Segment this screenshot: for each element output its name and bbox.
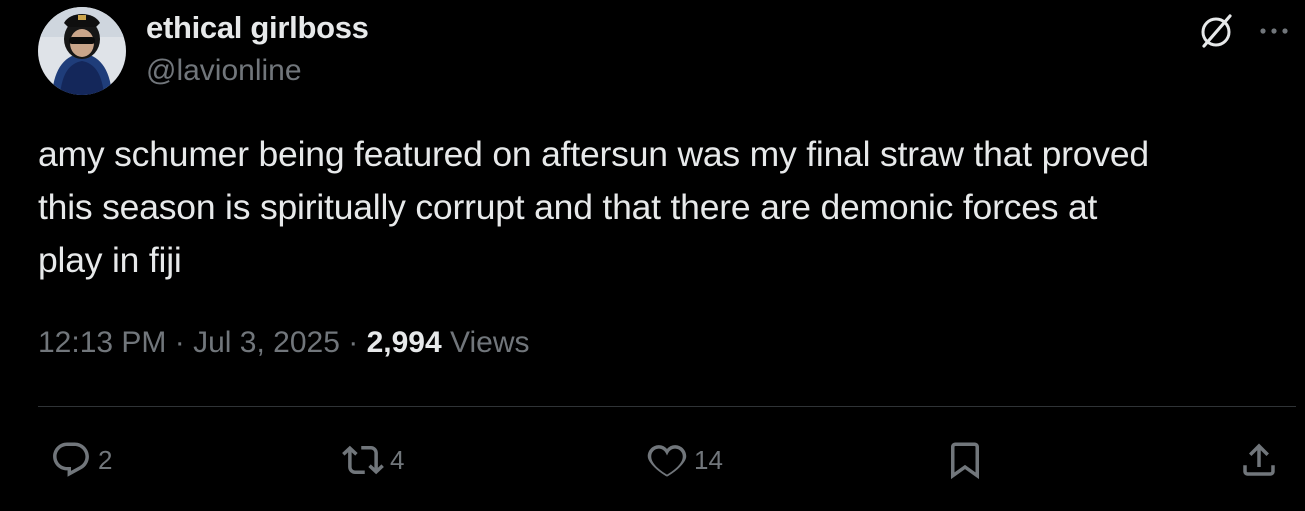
author-handle[interactable]: @lavionline <box>146 54 302 88</box>
reply-count: 2 <box>98 444 113 475</box>
repost-icon <box>342 439 384 481</box>
share-button[interactable] <box>1238 438 1280 482</box>
bookmark-button[interactable] <box>944 438 986 482</box>
more-icon[interactable] <box>1256 13 1292 49</box>
tweet-text-line: play in fiji <box>38 240 182 280</box>
tweet-text: amy schumer being featured on aftersun w… <box>38 128 1288 287</box>
heart-icon <box>646 439 688 481</box>
like-button[interactable]: 14 <box>646 438 723 482</box>
tweet-date[interactable]: Jul 3, 2025 <box>193 326 340 359</box>
tweet-meta: 12:13 PM · Jul 3, 2025 · 2,994 Views <box>38 326 529 360</box>
views-count: 2,994 <box>366 326 442 359</box>
repost-button[interactable]: 4 <box>342 438 404 482</box>
share-icon <box>1238 439 1280 481</box>
bookmark-icon <box>944 439 986 481</box>
meta-separator: · <box>348 326 359 359</box>
tweet-text-line: this season is spiritually corrupt and t… <box>38 187 1098 227</box>
reply-button[interactable]: 2 <box>50 438 112 482</box>
grok-icon[interactable] <box>1196 11 1236 51</box>
tweet-time[interactable]: 12:13 PM <box>38 326 166 359</box>
reply-icon <box>50 439 92 481</box>
tweet-text-line: amy schumer being featured on aftersun w… <box>38 134 1149 174</box>
divider <box>38 406 1296 407</box>
meta-separator: · <box>174 326 185 359</box>
views-label: Views <box>450 326 530 359</box>
author-display-name[interactable]: ethical girlboss <box>146 10 369 46</box>
avatar[interactable] <box>38 7 126 95</box>
like-count: 14 <box>694 444 723 475</box>
repost-count: 4 <box>390 444 405 475</box>
